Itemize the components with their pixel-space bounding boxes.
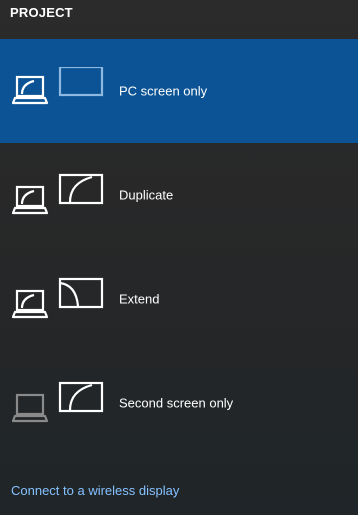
option-label: Second screen only: [119, 395, 234, 411]
duplicate-icon: [11, 171, 112, 219]
option-label: Duplicate: [119, 187, 174, 203]
option-label: PC screen only: [119, 83, 208, 99]
panel-title: PROJECT: [10, 5, 73, 20]
option-pc-screen-only[interactable]: PC screen only: [0, 39, 358, 143]
option-label: Extend: [119, 291, 160, 307]
connect-wireless-display-link[interactable]: Connect to a wireless display: [11, 483, 179, 498]
option-duplicate[interactable]: Duplicate: [0, 143, 358, 247]
option-extend[interactable]: Extend: [0, 247, 358, 351]
extend-icon: [11, 275, 112, 323]
option-second-screen-only[interactable]: Second screen only: [0, 351, 358, 455]
pc-screen-only-icon: [11, 65, 112, 115]
project-panel: PROJECT PC screen only Duplicate Extend …: [0, 0, 358, 515]
second-screen-only-icon: [11, 379, 112, 427]
